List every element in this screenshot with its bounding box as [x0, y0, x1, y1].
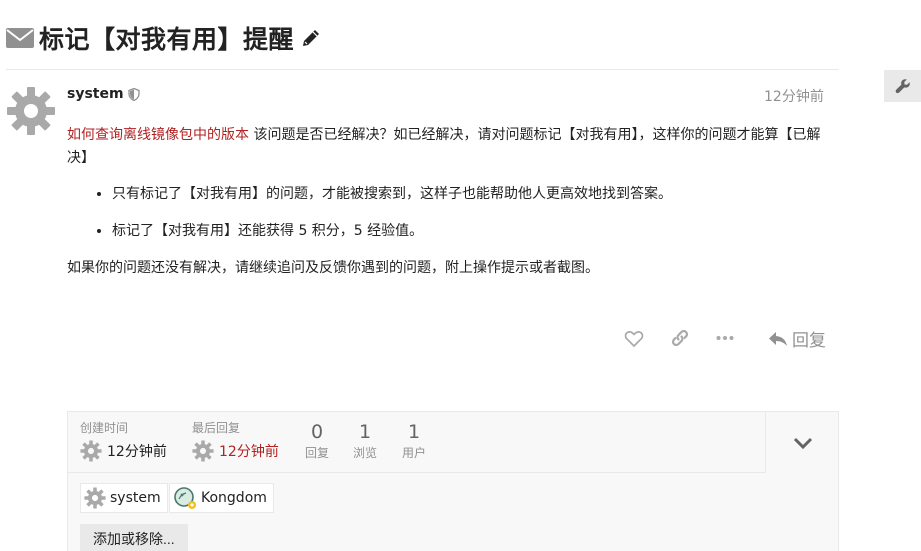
post-date[interactable]: 12分钟前	[764, 86, 824, 106]
title-divider	[6, 69, 839, 70]
post-body: 如何查询离线镜像包中的版本 该问题是否已经解决？如已经解决，请对问题标记【对我有…	[67, 124, 837, 280]
gear-avatar-icon	[84, 487, 106, 509]
gear-avatar-icon	[192, 440, 214, 462]
heart-icon[interactable]	[624, 329, 644, 349]
participant-chip[interactable]: system	[80, 483, 168, 513]
add-remove-button[interactable]: 添加或移除...	[80, 524, 188, 551]
shield-icon	[127, 87, 140, 101]
chevron-down-icon	[793, 437, 812, 449]
gear-avatar-icon	[80, 440, 102, 462]
participant-name: Kongdom	[201, 490, 267, 506]
summary-top-band: 创建时间 12分钟前 最后回复 12分钟前 0 回复 1 浏览 1 用户	[68, 412, 765, 473]
created-value: 12分钟前	[107, 444, 167, 460]
envelope-icon	[6, 28, 34, 48]
stat-number: 1	[407, 421, 421, 443]
user-avatar-icon	[174, 487, 196, 509]
stat-views: 1 浏览	[345, 421, 385, 461]
last-reply-value: 12分钟前	[219, 444, 279, 460]
page-title: 标记【对我有用】提醒	[39, 25, 295, 54]
last-reply-value-row[interactable]: 12分钟前	[192, 440, 279, 462]
participant-name: system	[110, 490, 161, 506]
stat-label: 浏览	[352, 446, 377, 460]
created-value-row[interactable]: 12分钟前	[80, 440, 167, 462]
stat-label: 回复	[304, 446, 329, 460]
participant-chip[interactable]: Kongdom	[169, 483, 274, 513]
topic-link[interactable]: 如何查询离线镜像包中的版本	[67, 127, 249, 143]
stat-replies: 0 回复	[297, 421, 337, 461]
link-icon[interactable]	[670, 328, 690, 348]
last-reply-meta: 最后回复 12分钟前	[192, 419, 279, 462]
bullet-list: 只有标记了【对我有用】的问题，才能被搜索到，这样子也能帮助他人更高效地找到答案。…	[112, 183, 837, 243]
gear-avatar-icon[interactable]	[6, 86, 56, 136]
stat-number: 0	[310, 421, 324, 443]
username-text[interactable]: system	[67, 86, 124, 102]
post-username[interactable]: system	[67, 86, 140, 102]
topic-summary: 创建时间 12分钟前 最后回复 12分钟前 0 回复 1 浏览 1 用户 sys…	[67, 411, 839, 551]
post-intro: 如何查询离线镜像包中的版本 该问题是否已经解决？如已经解决，请对问题标记【对我有…	[67, 124, 837, 170]
reply-label: 回复	[792, 331, 826, 351]
stat-number: 1	[358, 421, 372, 443]
wrench-icon	[895, 79, 910, 94]
reply-button[interactable]: 回复	[768, 326, 826, 351]
topic-title-row: 标记【对我有用】提醒	[6, 20, 322, 56]
post-closing: 如果你的问题还没有解决，请继续追问及反馈你遇到的问题，附上操作提示或者截图。	[67, 260, 599, 276]
list-item: 只有标记了【对我有用】的问题，才能被搜索到，这样子也能帮助他人更高效地找到答案。	[112, 183, 837, 206]
stat-label: 用户	[401, 446, 426, 460]
last-reply-label: 最后回复	[192, 421, 241, 435]
list-item: 标记了【对我有用】还能获得 5 积分，5 经验值。	[112, 220, 837, 243]
expand-summary-button[interactable]	[765, 412, 839, 473]
ellipsis-icon[interactable]	[715, 328, 735, 348]
created-meta: 创建时间 12分钟前	[80, 419, 167, 462]
admin-wrench-button[interactable]	[884, 70, 921, 102]
reply-arrow-icon	[769, 331, 787, 346]
created-label: 创建时间	[80, 421, 129, 435]
pencil-icon[interactable]	[300, 27, 322, 49]
stat-users: 1 用户	[394, 421, 434, 461]
